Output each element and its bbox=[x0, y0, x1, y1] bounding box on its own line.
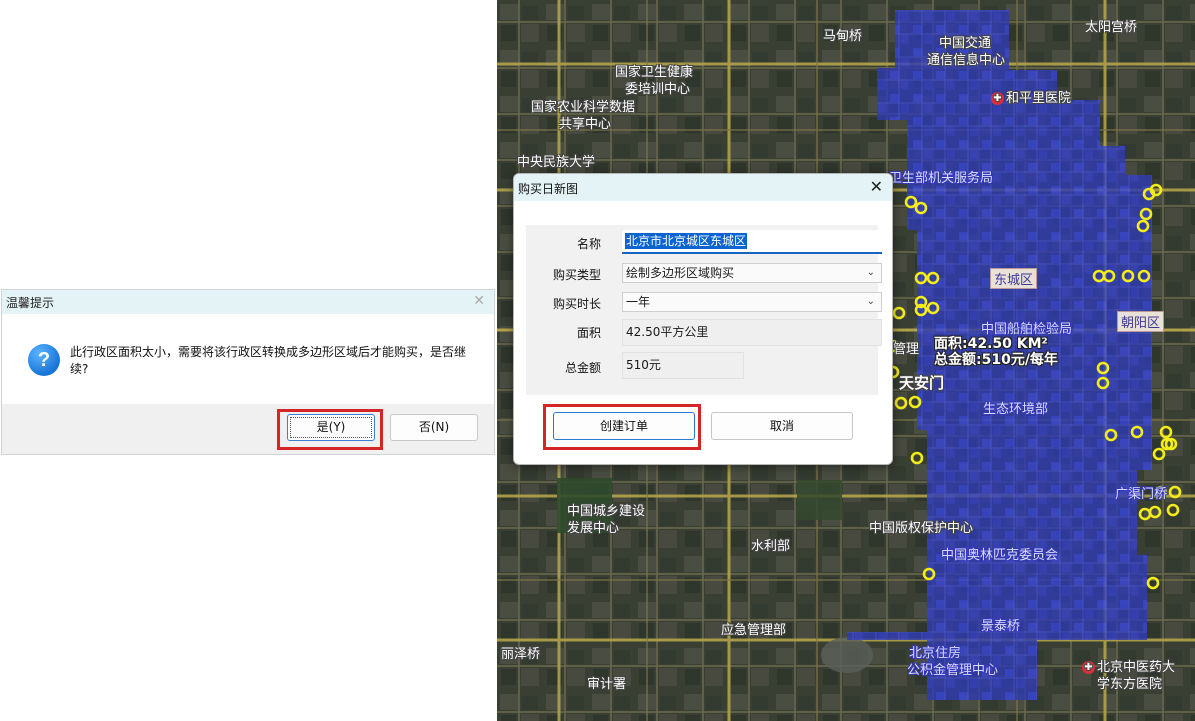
hospital-icon: ✚ bbox=[991, 92, 1004, 105]
map-label: 应急管理部 bbox=[721, 623, 787, 638]
map-label: 生态环境部 bbox=[983, 402, 1049, 417]
name-field[interactable]: 北京市北京城区东城区 bbox=[622, 230, 882, 254]
map-label: 景泰桥 bbox=[981, 619, 1021, 634]
hospital-icon: ✚ bbox=[1082, 661, 1095, 674]
warning-dialog: 温馨提示 ✕ ? 此行政区面积太小，需要将该行政区转换成多边形区域后才能购买，是… bbox=[1, 289, 495, 455]
map-label: 中央民族大学 bbox=[517, 155, 596, 170]
map-label: 马甸桥 bbox=[823, 29, 863, 44]
area-info-price: 总金额:510元/每年 bbox=[934, 352, 1058, 368]
create-order-button[interactable]: 创建订单 bbox=[553, 412, 695, 440]
name-field-value: 北京市北京城区东城区 bbox=[625, 233, 748, 249]
purchase-dialog-titlebar[interactable]: 购买日新图 ✕ bbox=[514, 174, 892, 201]
map-label: 委培训中心 bbox=[625, 82, 691, 97]
cancel-button[interactable]: 取消 bbox=[711, 412, 853, 440]
duration-value: 一年 bbox=[626, 295, 651, 309]
map-label: 中国奥林匹克委员会 bbox=[941, 548, 1059, 563]
warning-dialog-titlebar[interactable]: 温馨提示 ✕ bbox=[2, 290, 494, 314]
map-label: 广渠门桥 bbox=[1115, 487, 1168, 502]
area-label: 面积 bbox=[576, 326, 601, 340]
total-label: 总金额 bbox=[564, 361, 601, 375]
no-button[interactable]: 否(N) bbox=[390, 414, 478, 441]
name-label: 名称 bbox=[576, 237, 601, 251]
map-label: 发展中心 bbox=[567, 521, 620, 536]
duration-label: 购买时长 bbox=[552, 297, 601, 311]
district-label-dongcheng: 东城区 bbox=[990, 268, 1038, 289]
map-label: 中国船舶检验局 bbox=[981, 322, 1073, 337]
map-label: 天安门 bbox=[899, 374, 945, 392]
map-label: 审计署 bbox=[587, 677, 627, 692]
district-label-chaoyang: 朝阳区 bbox=[1117, 311, 1165, 332]
map-label: 通信信息中心 bbox=[927, 53, 1006, 68]
chevron-down-icon: ⌄ bbox=[866, 296, 875, 307]
purchase-dialog: 购买日新图 ✕ 名称 北京市北京城区东城区 购买类型 绘制多边形区域购买 ⌄ 购… bbox=[513, 173, 893, 465]
chevron-down-icon: ⌄ bbox=[866, 267, 875, 278]
form-panel: 名称 北京市北京城区东城区 购买类型 绘制多边形区域购买 ⌄ 购买时长 一年 ⌄… bbox=[526, 225, 882, 395]
map-label: 公积金管理中心 bbox=[907, 663, 999, 678]
map-label: 管理 bbox=[893, 342, 920, 357]
total-field: 510元 bbox=[622, 352, 744, 379]
purchase-type-value: 绘制多边形区域购买 bbox=[626, 266, 735, 280]
warning-message: 此行政区面积太小，需要将该行政区转换成多边形区域后才能购买，是否继续? bbox=[70, 345, 467, 376]
warning-dialog-title: 温馨提示 bbox=[6, 296, 55, 310]
duration-select[interactable]: 一年 ⌄ bbox=[622, 292, 882, 312]
map-label: 水利部 bbox=[751, 539, 791, 554]
purchase-type-label: 购买类型 bbox=[552, 268, 601, 282]
map-label: 中国版权保护中心 bbox=[869, 521, 974, 536]
map-label: ✚ 和平里医院 bbox=[991, 87, 1071, 106]
map-label: 丽泽桥 bbox=[501, 647, 541, 662]
warning-dialog-footer: 是(Y) 否(N) bbox=[2, 404, 494, 454]
map-label: 共享中心 bbox=[559, 117, 612, 132]
purchase-type-select[interactable]: 绘制多边形区域购买 ⌄ bbox=[622, 263, 882, 283]
total-value: 510元 bbox=[626, 358, 661, 372]
area-info-overlay: 面积:42.50 KM² 总金额:510元/每年 bbox=[934, 336, 1058, 368]
purchase-dialog-title: 购买日新图 bbox=[518, 182, 579, 196]
map-label: 太阳宫桥 bbox=[1085, 20, 1138, 35]
close-icon[interactable]: ✕ bbox=[870, 177, 883, 196]
area-field: 42.50平方公里 bbox=[622, 319, 882, 346]
area-value: 42.50平方公里 bbox=[626, 325, 709, 339]
map-label-text: 和平里医院 bbox=[1006, 91, 1072, 106]
close-icon[interactable]: ✕ bbox=[473, 293, 485, 309]
map-label: 卫生部机关服务局 bbox=[889, 171, 994, 186]
question-icon: ? bbox=[28, 344, 60, 376]
map-label: 学东方医院 bbox=[1097, 677, 1163, 692]
warning-dialog-body: ? 此行政区面积太小，需要将该行政区转换成多边形区域后才能购买，是否继续? bbox=[2, 314, 494, 404]
focus-ring bbox=[290, 417, 372, 438]
yes-button[interactable]: 是(Y) bbox=[287, 414, 375, 441]
area-info-area: 面积:42.50 KM² bbox=[934, 336, 1048, 352]
